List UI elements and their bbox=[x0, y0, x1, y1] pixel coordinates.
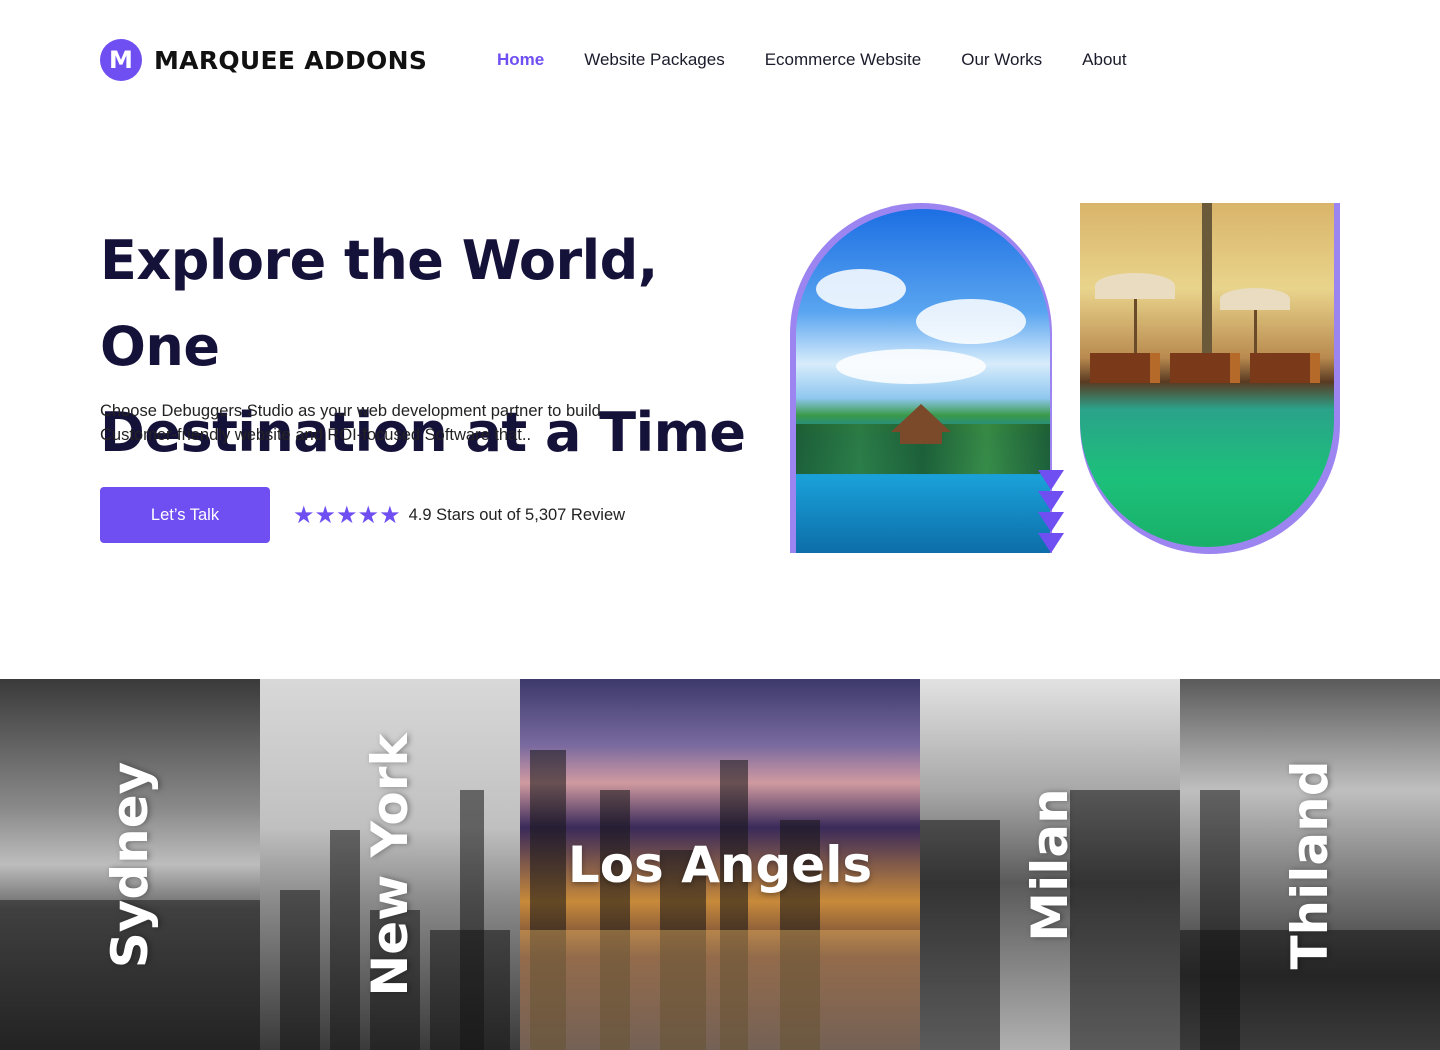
destination-label: Sydney bbox=[100, 761, 159, 968]
hero-desc-line2: Customer-friendly website and ROI-focuse… bbox=[100, 426, 532, 444]
hero-title-line1: Explore the World, One bbox=[100, 229, 658, 378]
beach-pool-image bbox=[1080, 203, 1334, 547]
destination-label: Milan bbox=[1021, 787, 1080, 942]
destination-card-los-angeles[interactable]: Los Angels bbox=[519, 679, 921, 1050]
nav-website-packages[interactable]: Website Packages bbox=[584, 50, 724, 70]
nav-about[interactable]: About bbox=[1082, 50, 1126, 70]
logo-mark-icon: M bbox=[100, 39, 142, 81]
nav-ecommerce-website[interactable]: Ecommerce Website bbox=[765, 50, 922, 70]
destination-card-new-york[interactable]: New York bbox=[259, 679, 520, 1050]
destination-card-sydney[interactable]: Sydney bbox=[0, 679, 260, 1050]
lets-talk-button[interactable]: Let’s Talk bbox=[100, 487, 270, 543]
main-nav: Home Website Packages Ecommerce Website … bbox=[497, 50, 1127, 70]
chevron-decoration-icon bbox=[1038, 470, 1064, 554]
nav-our-works[interactable]: Our Works bbox=[961, 50, 1042, 70]
brand-logo[interactable]: M MARQUEE ADDONS bbox=[100, 39, 427, 81]
destination-label: New York bbox=[360, 732, 419, 997]
resort-pool-image bbox=[796, 209, 1050, 553]
star-rating-icon: ★★★★★ bbox=[293, 501, 401, 529]
destination-card-thailand[interactable]: Thiland bbox=[1180, 679, 1440, 1050]
nav-home[interactable]: Home bbox=[497, 50, 544, 70]
rating-text: 4.9 Stars out of 5,307 Review bbox=[408, 505, 626, 524]
destination-label: Los Angels bbox=[567, 835, 873, 894]
destinations-strip: Sydney New York Los Angels Milan Thiland bbox=[0, 679, 1440, 1050]
rating-summary: ★★★★★ 4.9 Stars out of 5,307 Review bbox=[293, 501, 625, 529]
hero-description: Choose Debuggers Studio as your web deve… bbox=[100, 399, 700, 447]
destination-card-milan[interactable]: Milan bbox=[920, 679, 1181, 1050]
brand-name: MARQUEE ADDONS bbox=[154, 45, 428, 75]
destination-label: Thiland bbox=[1281, 759, 1340, 970]
hero-desc-line1: Choose Debuggers Studio as your web deve… bbox=[100, 402, 601, 420]
